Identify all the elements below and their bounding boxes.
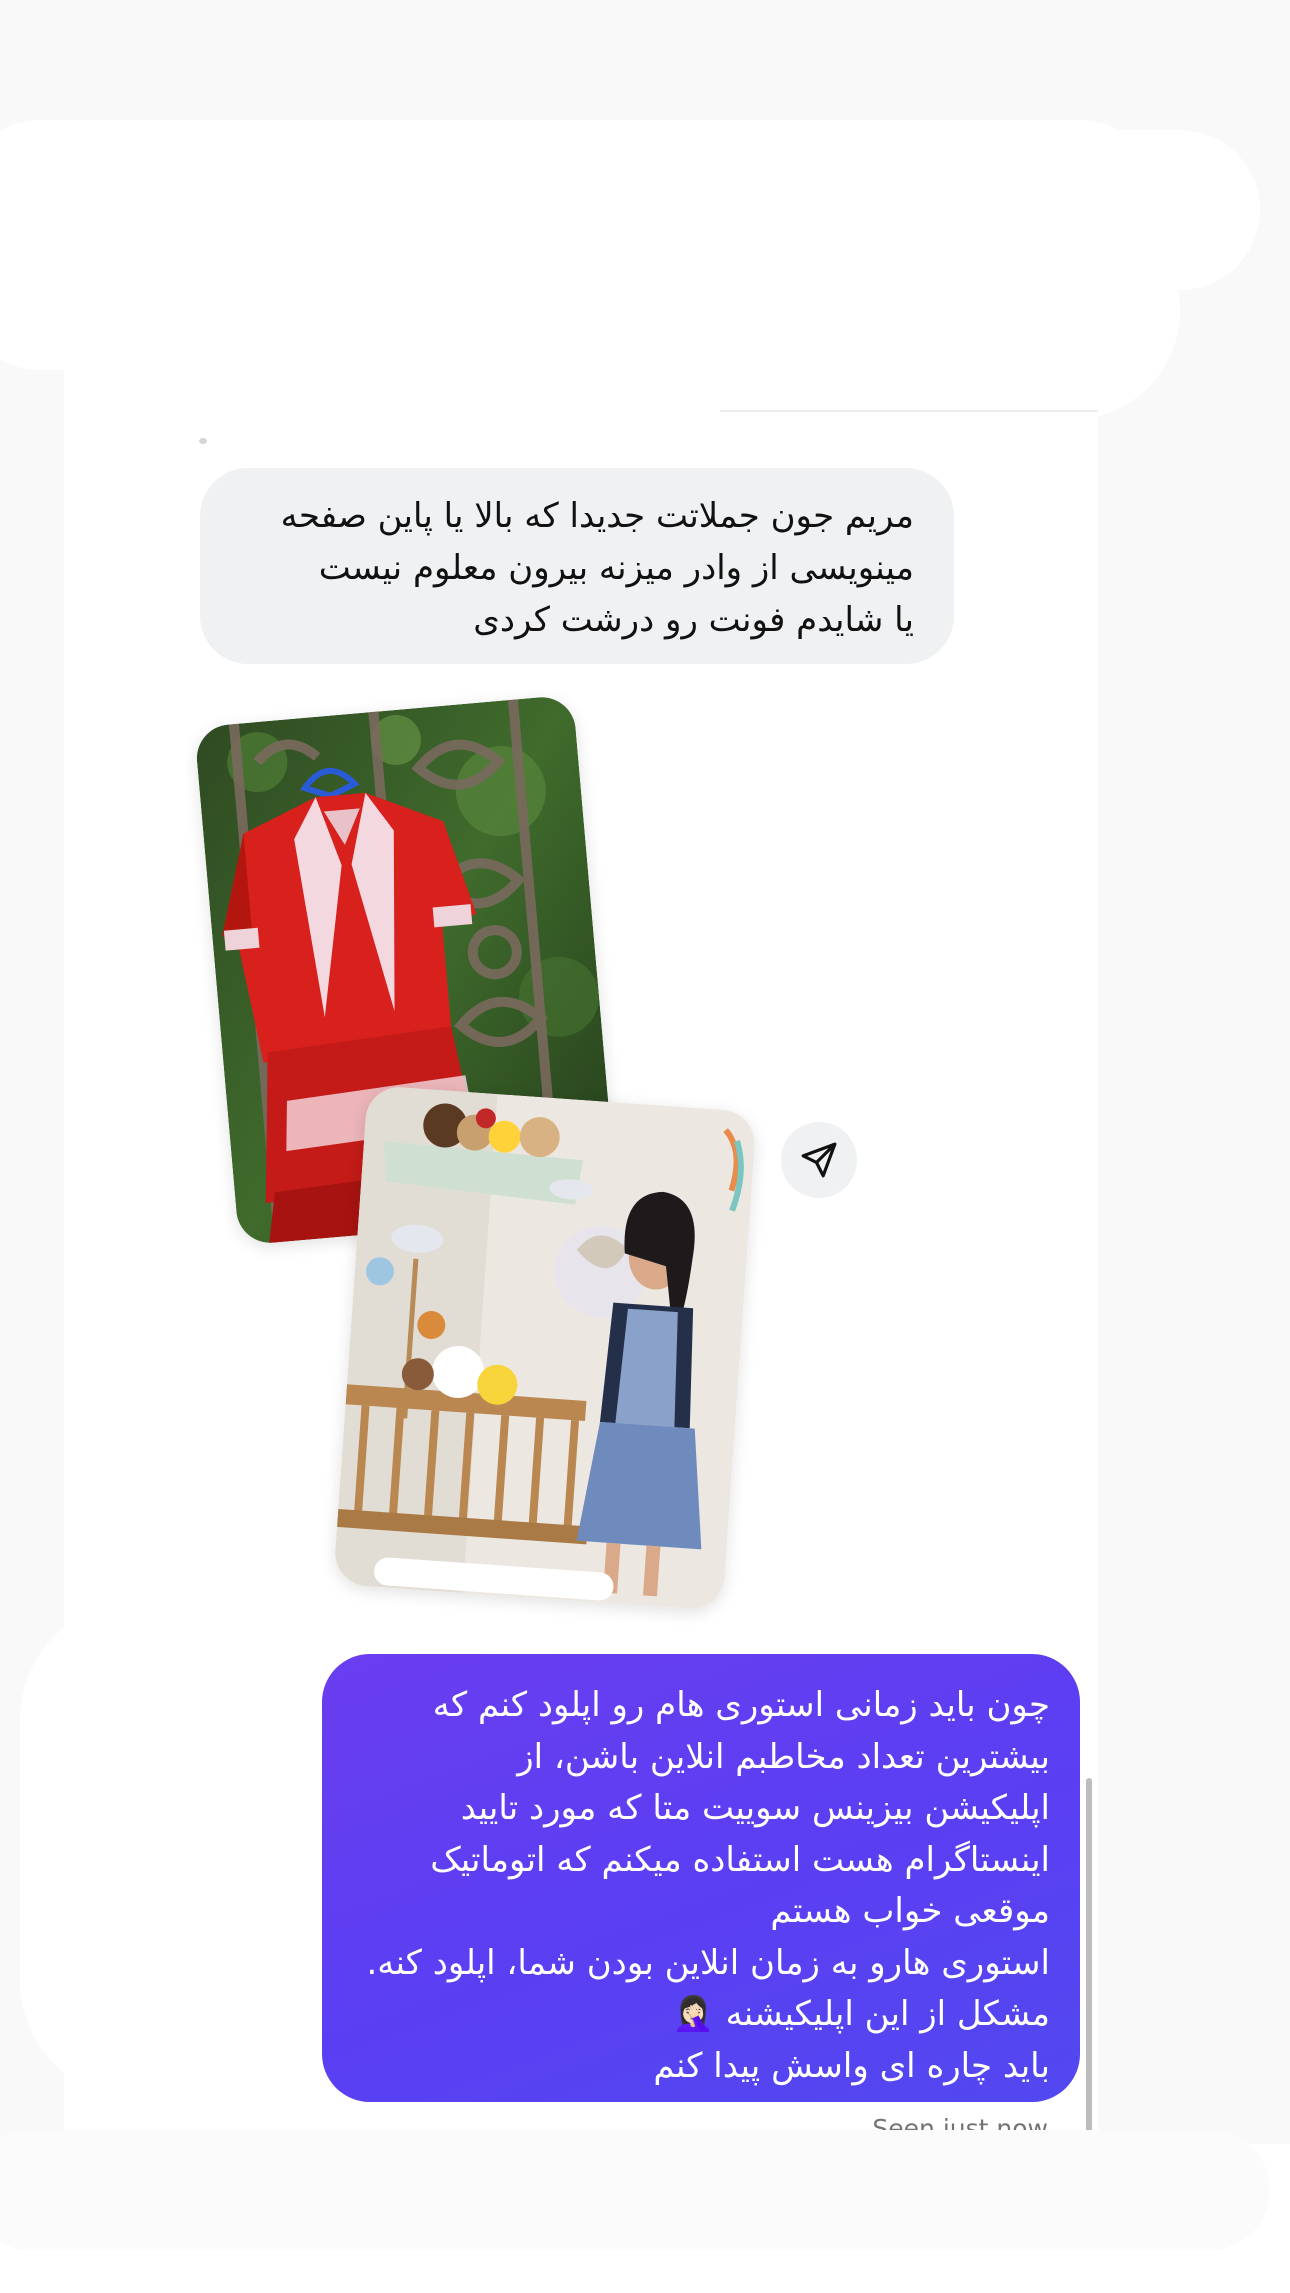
blur-overlay bbox=[0, 2130, 1270, 2250]
divider bbox=[720, 410, 1098, 412]
nursery-photo-illustration bbox=[333, 1085, 757, 1611]
scrollbar[interactable] bbox=[1086, 1778, 1092, 2138]
thread-marker bbox=[199, 438, 207, 444]
incoming-message-bubble[interactable]: مریم جون جملاتت جدیدا که بالا یا پاین صف… bbox=[200, 468, 954, 664]
attachment-photo-nursery[interactable] bbox=[333, 1085, 757, 1611]
paper-plane-icon bbox=[801, 1142, 837, 1178]
share-button[interactable] bbox=[781, 1122, 857, 1198]
outgoing-message-bubble[interactable]: چون باید زمانی استوری هام رو اپلود کنم ک… bbox=[322, 1654, 1080, 2102]
